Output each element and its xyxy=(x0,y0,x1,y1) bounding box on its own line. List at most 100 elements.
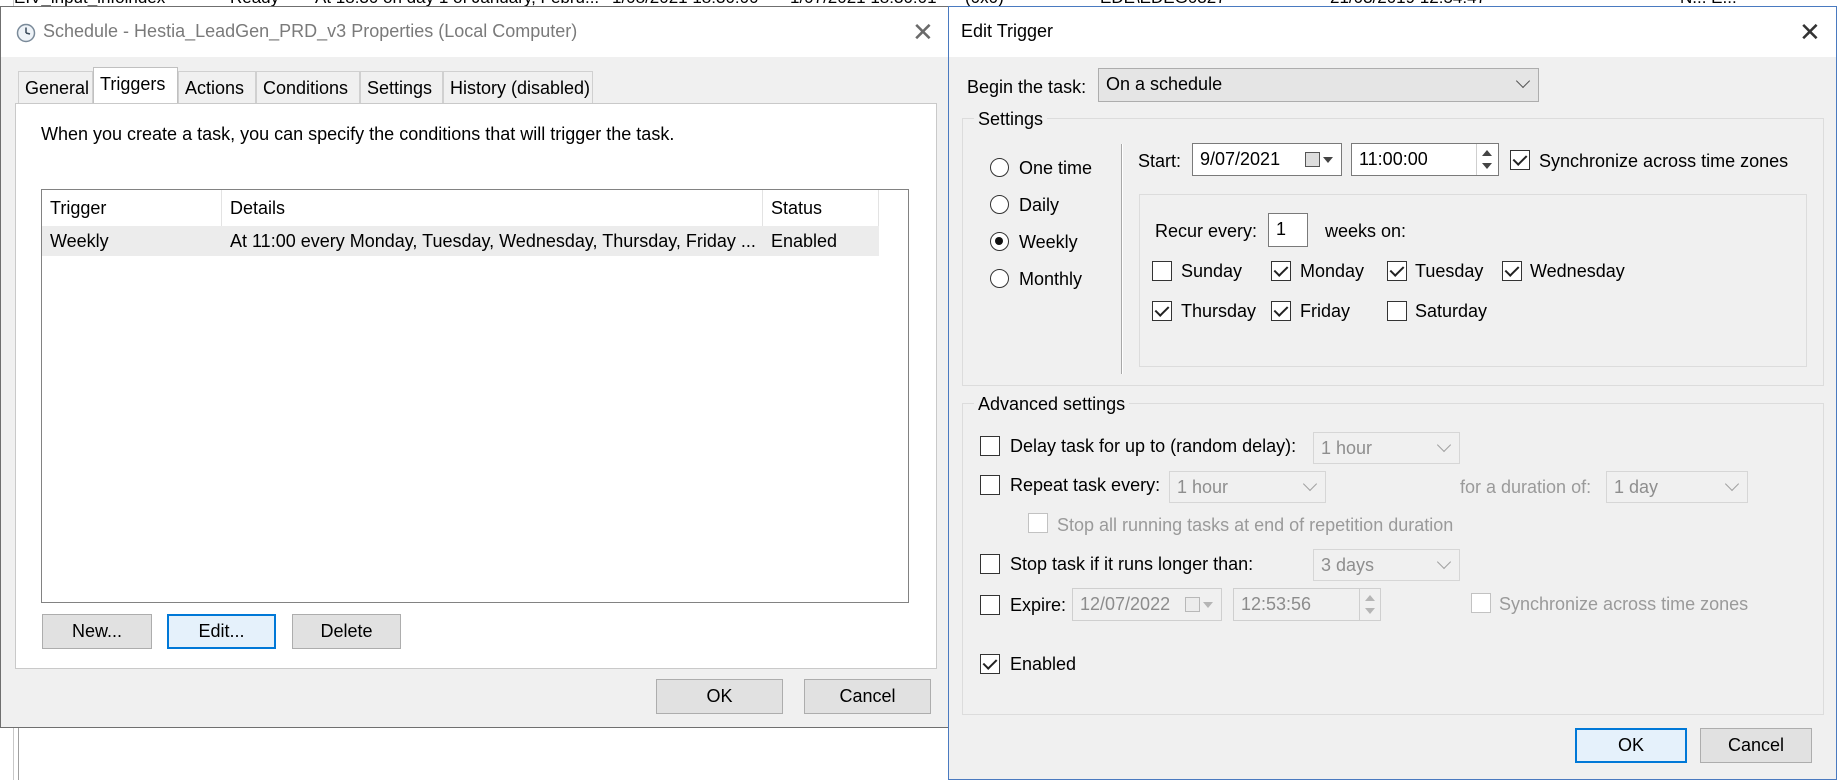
sync-time-zones-label: Synchronize across time zones xyxy=(1539,151,1789,171)
properties-titlebar: Schedule - Hestia_LeadGen_PRD_v3 Propert… xyxy=(1,7,949,57)
enabled-checkbox[interactable] xyxy=(980,654,1000,674)
close-icon[interactable]: ✕ xyxy=(912,19,934,45)
start-label: Start: xyxy=(1138,151,1182,171)
expire-date-picker[interactable]: 12/07/2022 xyxy=(1072,588,1222,621)
spin-up-icon[interactable] xyxy=(1365,595,1375,601)
delete-button[interactable]: Delete xyxy=(292,614,401,649)
calendar-icon xyxy=(1305,152,1320,167)
label-thursday: Thursday xyxy=(1181,301,1257,321)
stop-running-checkbox[interactable] xyxy=(1028,513,1048,533)
radio-monthly-label: Monthly xyxy=(1019,269,1083,289)
row-status: Enabled xyxy=(771,231,838,251)
chevron-down-icon xyxy=(1724,476,1740,492)
tab-history[interactable]: History (disabled) xyxy=(443,71,593,105)
radio-one-time[interactable] xyxy=(990,158,1009,177)
duration-label: for a duration of: xyxy=(1460,477,1592,497)
ok-button[interactable]: OK xyxy=(1575,728,1687,763)
spin-up-icon[interactable] xyxy=(1482,150,1492,156)
radio-weekly[interactable] xyxy=(990,232,1009,251)
column-header-details[interactable]: Details xyxy=(222,190,763,226)
checkbox-tuesday[interactable] xyxy=(1387,261,1407,281)
expire-sync-label: Synchronize across time zones xyxy=(1499,594,1749,614)
tab-triggers[interactable]: Triggers xyxy=(93,67,178,105)
close-icon[interactable]: ✕ xyxy=(1799,19,1821,45)
spin-down-icon[interactable] xyxy=(1482,163,1492,169)
radio-daily[interactable] xyxy=(990,195,1009,214)
start-date-picker[interactable]: 9/07/2021 xyxy=(1192,143,1342,176)
delay-task-checkbox[interactable] xyxy=(980,436,1000,456)
expire-checkbox[interactable] xyxy=(980,595,1000,615)
expire-sync-checkbox[interactable] xyxy=(1471,593,1491,613)
column-header-status[interactable]: Status xyxy=(763,190,879,226)
stop-longer-label: Stop task if it runs longer than: xyxy=(1010,554,1254,574)
expire-date-value: 12/07/2022 xyxy=(1080,594,1171,614)
radio-daily-label: Daily xyxy=(1019,195,1060,215)
repeat-task-checkbox[interactable] xyxy=(980,475,1000,495)
tab-settings[interactable]: Settings xyxy=(360,71,443,105)
label-friday: Friday xyxy=(1300,301,1351,321)
background-window-bottom xyxy=(18,728,950,780)
checkbox-wednesday[interactable] xyxy=(1502,261,1522,281)
spin-down-icon[interactable] xyxy=(1365,608,1375,614)
expire-time-value: 12:53:56 xyxy=(1241,594,1312,614)
clock-icon xyxy=(16,23,36,43)
cancel-button[interactable]: Cancel xyxy=(804,679,931,714)
checkbox-monday[interactable] xyxy=(1271,261,1291,281)
duration-dropdown[interactable]: 1 day xyxy=(1606,471,1748,503)
label-saturday: Saturday xyxy=(1415,301,1488,321)
label-sunday: Sunday xyxy=(1181,261,1243,281)
column-header-trigger[interactable]: Trigger xyxy=(42,190,222,226)
stop-running-label: Stop all running tasks at end of repetit… xyxy=(1057,515,1454,535)
advanced-settings-title: Advanced settings xyxy=(974,394,1130,415)
triggers-panel: When you create a task, you can specify … xyxy=(15,103,937,669)
sync-time-zones-checkbox[interactable] xyxy=(1510,150,1530,170)
expire-label: Expire: xyxy=(1010,595,1067,615)
edit-trigger-dialog: Edit Trigger ✕ Begin the task: On a sche… xyxy=(948,6,1837,780)
repeat-value: 1 hour xyxy=(1177,477,1229,497)
cancel-button[interactable]: Cancel xyxy=(1700,728,1812,763)
duration-value: 1 day xyxy=(1614,477,1659,497)
chevron-down-icon xyxy=(1302,476,1318,492)
label-wednesday: Wednesday xyxy=(1530,261,1625,281)
radio-monthly[interactable] xyxy=(990,269,1009,288)
radio-weekly-label: Weekly xyxy=(1019,232,1078,252)
recur-every-input[interactable]: 1 xyxy=(1268,213,1308,247)
weeks-on-label: weeks on: xyxy=(1325,221,1407,241)
chevron-down-icon xyxy=(1436,554,1452,570)
delay-value: 1 hour xyxy=(1321,438,1373,458)
chevron-down-icon xyxy=(1515,73,1531,89)
new-button[interactable]: New... xyxy=(42,614,152,649)
table-row[interactable]: Weekly At 11:00 every Monday, Tuesday, W… xyxy=(42,226,879,256)
begin-task-dropdown[interactable]: On a schedule xyxy=(1098,68,1539,102)
label-tuesday: Tuesday xyxy=(1415,261,1484,281)
repeat-dropdown[interactable]: 1 hour xyxy=(1169,471,1326,503)
tab-conditions[interactable]: Conditions xyxy=(256,71,360,105)
checkbox-sunday[interactable] xyxy=(1152,261,1172,281)
stop-longer-dropdown[interactable]: 3 days xyxy=(1313,549,1460,581)
properties-dialog: Schedule - Hestia_LeadGen_PRD_v3 Propert… xyxy=(0,6,950,728)
row-trigger: Weekly xyxy=(50,231,109,251)
triggers-table: Trigger Details Status Weekly At 11:00 e… xyxy=(41,189,909,603)
delay-task-label: Delay task for up to (random delay): xyxy=(1010,436,1297,456)
checkbox-saturday[interactable] xyxy=(1387,301,1407,321)
expire-time-spinner[interactable] xyxy=(1359,589,1379,620)
chevron-down-icon xyxy=(1203,602,1213,608)
edit-button[interactable]: Edit... xyxy=(167,614,276,649)
triggers-description: When you create a task, you can specify … xyxy=(41,124,675,144)
edit-trigger-titlebar: Edit Trigger ✕ xyxy=(949,7,1836,57)
checkbox-thursday[interactable] xyxy=(1152,301,1172,321)
start-time-spinner[interactable] xyxy=(1476,144,1496,175)
tab-general[interactable]: General xyxy=(18,71,93,105)
calendar-icon xyxy=(1185,597,1200,612)
begin-task-label: Begin the task: xyxy=(967,77,1087,97)
delay-dropdown[interactable]: 1 hour xyxy=(1313,432,1460,464)
checkbox-friday[interactable] xyxy=(1271,301,1291,321)
repeat-task-label: Repeat task every: xyxy=(1010,475,1161,495)
ok-button[interactable]: OK xyxy=(656,679,783,714)
recur-every-label: Recur every: xyxy=(1155,221,1258,241)
start-date-value: 9/07/2021 xyxy=(1200,149,1281,169)
stop-longer-checkbox[interactable] xyxy=(980,554,1000,574)
tab-actions[interactable]: Actions xyxy=(178,71,256,105)
chevron-down-icon xyxy=(1436,437,1452,453)
settings-group-title: Settings xyxy=(974,109,1048,130)
